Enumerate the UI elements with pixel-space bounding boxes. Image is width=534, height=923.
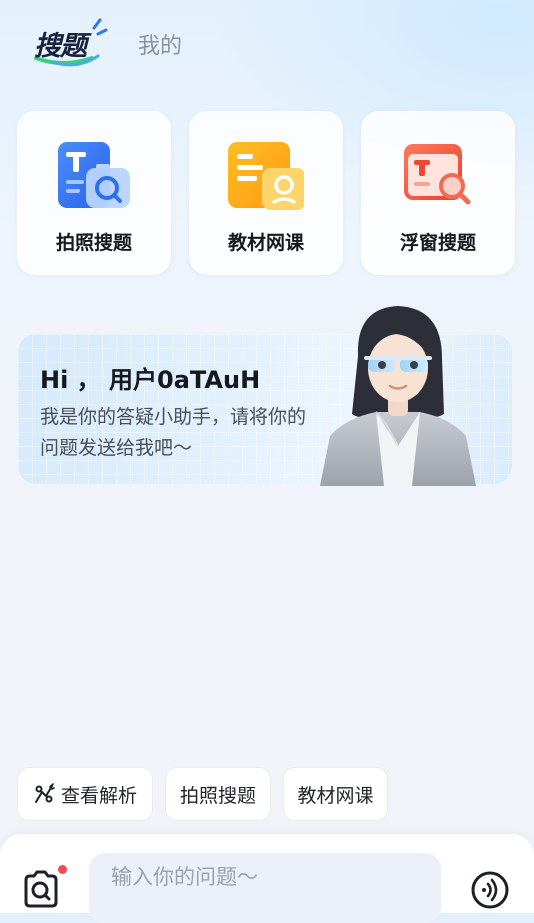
header: 搜题 我的 bbox=[0, 0, 534, 90]
card-floating-search[interactable]: 浮窗搜题 bbox=[361, 111, 515, 275]
card-label: 教材网课 bbox=[227, 232, 304, 254]
assistant-intro: 我是你的答疑小助手，请将你的问题发送给我吧～ bbox=[40, 406, 307, 459]
chip-label: 拍照搜题 bbox=[179, 784, 256, 807]
card-label: 浮窗搜题 bbox=[399, 232, 476, 254]
card-textbook-course[interactable]: 教材网课 bbox=[189, 111, 343, 275]
notification-dot bbox=[58, 865, 67, 874]
floating-window-search-icon bbox=[404, 144, 471, 205]
chip-photo-search[interactable]: 拍照搜题 bbox=[165, 767, 271, 821]
chip-label: 教材网课 bbox=[297, 784, 374, 807]
tab-search-label: 搜题 bbox=[34, 31, 87, 62]
chip-view-analysis[interactable]: 查看解析 bbox=[17, 767, 153, 821]
textbook-course-icon bbox=[228, 142, 304, 210]
tab-mine[interactable]: 我的 bbox=[138, 28, 182, 60]
voice-input-icon[interactable] bbox=[470, 870, 510, 910]
card-photo-search[interactable]: 拍照搜题 bbox=[17, 111, 171, 275]
analysis-icon bbox=[34, 783, 55, 803]
tab-search[interactable]: 搜题 bbox=[32, 18, 112, 68]
assistant-greeting: Hi ， 用户0aTAuH bbox=[40, 366, 261, 394]
card-label: 拍照搜题 bbox=[55, 232, 132, 254]
camera-search-icon[interactable] bbox=[20, 868, 62, 910]
assistant-avatar bbox=[320, 306, 476, 486]
chip-textbook-course[interactable]: 教材网课 bbox=[283, 767, 388, 821]
photo-search-icon bbox=[58, 142, 130, 208]
chip-label: 查看解析 bbox=[60, 784, 137, 807]
